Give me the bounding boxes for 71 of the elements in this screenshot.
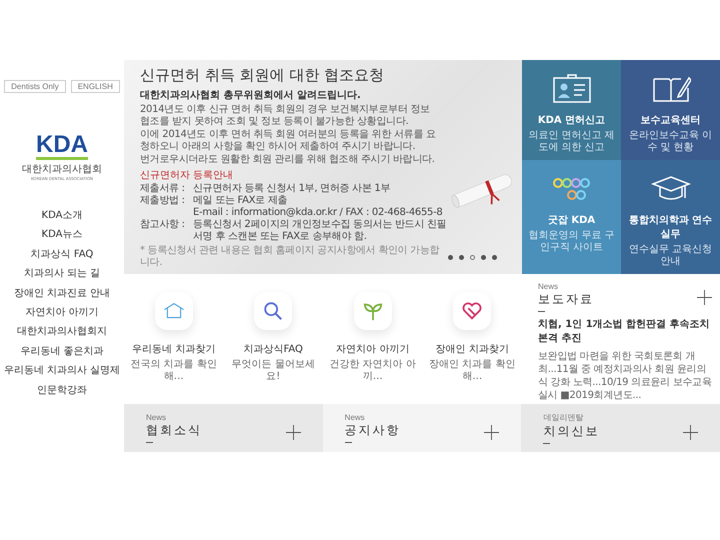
banner-paragraph: 2014년도 이후 신규 면허 취득 회원의 경우 보건복지부로부터 정보 협조를 받지 못하여 조회 및 정보 등록이 불가능한 상황입니다. bbox=[140, 104, 431, 128]
plus-button[interactable] bbox=[484, 424, 500, 440]
quick-link[interactable]: 장애인 치과찾기 장애인 치과를 확인해… bbox=[426, 292, 518, 383]
section-title: 공지사항 bbox=[344, 422, 401, 439]
detail-value: 등록신청서 2페이지의 개인정보수집 동의서는 반드시 친필 서명 후 스캔본 또는 FAX로 송부해야 함. bbox=[193, 219, 448, 243]
sidebar-item[interactable]: 우리동네 좋은치과 bbox=[20, 344, 104, 358]
plus-icon bbox=[697, 290, 712, 305]
slide-dot[interactable] bbox=[448, 254, 453, 260]
plus-button[interactable] bbox=[286, 424, 301, 440]
search-icon bbox=[262, 300, 284, 322]
service-tile[interactable]: 보수교육센터 온라인보수교육 이수 및 현황 bbox=[621, 60, 720, 160]
sidebar-item[interactable]: 치과상식 FAQ bbox=[30, 248, 94, 262]
quick-link-title: 치과상식FAQ bbox=[244, 343, 303, 356]
service-tile[interactable]: 굿잡 KDA 협회운영의 무료 구인구직 사이트 bbox=[522, 160, 621, 274]
quick-link[interactable]: 우리동네 치과찾기 전국의 치과를 확인해… bbox=[128, 292, 220, 383]
plus-icon bbox=[683, 424, 698, 440]
section-label: News bbox=[344, 413, 366, 422]
quick-link-caption: 건강한 자연치아 아끼… bbox=[328, 359, 417, 383]
quick-link[interactable]: 자연치아 아끼기 건강한 자연치아 아끼… bbox=[326, 292, 419, 383]
id-card-icon bbox=[552, 74, 592, 104]
quick-link[interactable]: 치과상식FAQ 무엇이든 물어보세요! bbox=[227, 292, 320, 383]
logo-name: 대한치과의사협회 bbox=[22, 163, 102, 176]
slide-dot[interactable] bbox=[481, 254, 486, 260]
notice-heading: 신규면허자 등록안내 bbox=[140, 169, 234, 182]
section-label: News bbox=[538, 282, 560, 291]
book-pencil-icon bbox=[650, 74, 690, 104]
quick-link-caption: 장애인 치과를 확인해… bbox=[428, 359, 516, 383]
sidebar-item[interactable]: 대한치과의사협회지 bbox=[16, 325, 107, 339]
slide-dot[interactable] bbox=[459, 254, 464, 260]
section-title: 치의신보 bbox=[543, 423, 600, 440]
banner-paragraph: 번거로우시더라도 원활한 회원 관리를 위해 협조해 주시기 바랍니다. bbox=[140, 154, 436, 166]
service-tile[interactable]: KDA 면허신고 의료인 면허신고 제도에 의한 신고 bbox=[522, 60, 621, 160]
detail-value: E-mail : information@kda.or.kr / FAX : 02-468-4655-8 bbox=[193, 207, 442, 219]
quick-link-caption: 전국의 치과를 확인해… bbox=[130, 359, 218, 383]
service-tile[interactable]: 통합치의학과 연수실무 연수실무 교육신청 안내 bbox=[621, 160, 720, 274]
quick-link-title: 우리동네 치과찾기 bbox=[132, 343, 216, 356]
banner-paragraph: 이에 2014년도 이후 면허 취득 회원 여러분의 등록을 위한 서류를 요청하오니 아래의 사항을 확인 하시어 제출하여 주시기 바랍니다. bbox=[140, 129, 437, 153]
slide-dot[interactable] bbox=[470, 254, 475, 260]
detail-label: 제출서류 : bbox=[140, 183, 186, 195]
plus-button[interactable] bbox=[683, 424, 698, 440]
section-title: 협회소식 bbox=[146, 422, 202, 439]
plus-button[interactable] bbox=[697, 290, 712, 305]
banner-footnote: * 등록신청서 관련 내용은 협회 홈페이지 공지사항에서 확인이 가능합니다. bbox=[140, 245, 440, 269]
news-headline[interactable]: 치협, 1인 1개소법 합헌판결 후속조치 본격 추진 bbox=[538, 318, 712, 346]
sidebar-item[interactable]: 인문학강좌 bbox=[36, 384, 87, 398]
sidebar-item[interactable]: KDA소개 bbox=[42, 209, 82, 222]
sidebar-item[interactable]: KDA뉴스 bbox=[42, 228, 82, 242]
banner-title: 신규면허 취득 회원에 대한 협조요청 bbox=[140, 66, 386, 85]
banner-subtitle: 대한치과의사협회 총무위원회에서 알려드립니다. bbox=[140, 89, 362, 102]
heart-icon bbox=[461, 300, 484, 322]
top-link[interactable]: ENGLISH bbox=[70, 80, 120, 93]
detail-label: 제출방법 : bbox=[140, 195, 186, 207]
section-label: News bbox=[146, 413, 168, 422]
detail-value: 신규면허자 등록 신청서 1부, 면허증 사본 1부 bbox=[193, 183, 390, 195]
quick-link-title: 장애인 치과찾기 bbox=[436, 343, 509, 356]
news-summary: 보완입법 마련을 위한 국회토론회 개최...11월 중 예정치과의사 회원 윤리의식 강화 노력...10/19 의료윤리 보수교육 실시 ■2019회계년도... bbox=[538, 350, 712, 402]
detail-value: 메일 또는 FAX로 제출 bbox=[193, 195, 288, 207]
quick-link-caption: 무엇이든 물어보세요! bbox=[230, 359, 316, 383]
detail-label: 참고사항 : bbox=[140, 219, 186, 232]
plus-icon bbox=[286, 424, 301, 440]
section-title: 보도자료 bbox=[538, 291, 594, 308]
section-label: 데일리덴탈 bbox=[543, 412, 584, 423]
sidebar-item[interactable]: 치과의사 되는 길 bbox=[24, 267, 100, 281]
sidebar-item[interactable]: 우리동네 치과의사 실명제 bbox=[4, 364, 120, 378]
slide-dot[interactable] bbox=[492, 254, 497, 260]
logo-mark: KDA bbox=[36, 133, 88, 160]
top-link[interactable]: Dentists Only bbox=[4, 80, 66, 93]
quick-link-title: 자연치아 아끼기 bbox=[336, 343, 410, 356]
plus-icon bbox=[484, 424, 500, 440]
sidebar-item[interactable]: 장애인 치과진료 안내 bbox=[14, 286, 110, 300]
sidebar-item[interactable]: 자연치아 아끼기 bbox=[25, 306, 99, 320]
